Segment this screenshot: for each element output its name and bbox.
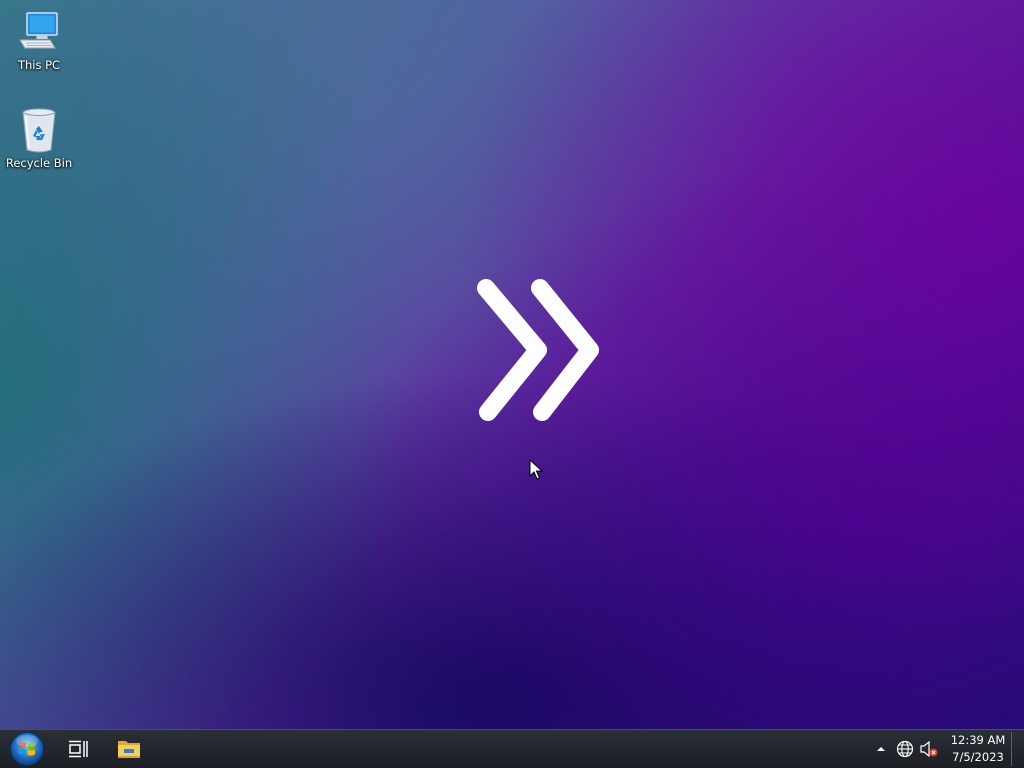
system-tray: 12:39 AM 7/5/2023 xyxy=(870,730,1006,768)
desktop[interactable]: This PC Recycle Bin xyxy=(0,0,1024,729)
show-desktop-button[interactable] xyxy=(1011,732,1022,766)
start-button[interactable] xyxy=(4,730,50,768)
this-pc-icon xyxy=(15,8,63,56)
desktop-icon-recycle-bin[interactable]: Recycle Bin xyxy=(1,106,77,170)
file-explorer-button[interactable] xyxy=(106,730,152,768)
desktop-icon-label: This PC xyxy=(17,58,61,72)
recycle-bin-icon xyxy=(15,106,63,154)
speaker-muted-icon xyxy=(920,740,938,758)
task-view-button[interactable] xyxy=(56,730,100,768)
taskbar: 12:39 AM 7/5/2023 xyxy=(0,729,1024,768)
desktop-icon-label: Recycle Bin xyxy=(5,156,73,170)
clock-time: 12:39 AM xyxy=(950,733,1006,747)
globe-icon xyxy=(896,740,914,758)
network-button[interactable] xyxy=(894,738,916,760)
clock-date: 7/5/2023 xyxy=(952,750,1004,764)
volume-button[interactable] xyxy=(918,738,940,760)
windows-orb-icon xyxy=(10,732,44,766)
mouse-cursor-icon xyxy=(529,459,543,480)
chevron-up-icon xyxy=(877,747,885,751)
desktop-icon-this-pc[interactable]: This PC xyxy=(1,8,77,72)
task-view-icon xyxy=(69,740,88,758)
clock[interactable]: 12:39 AM 7/5/2023 xyxy=(950,732,1006,766)
show-hidden-icons-button[interactable] xyxy=(870,738,892,760)
double-chevron-right-logo xyxy=(477,279,599,421)
folder-icon xyxy=(118,741,140,758)
